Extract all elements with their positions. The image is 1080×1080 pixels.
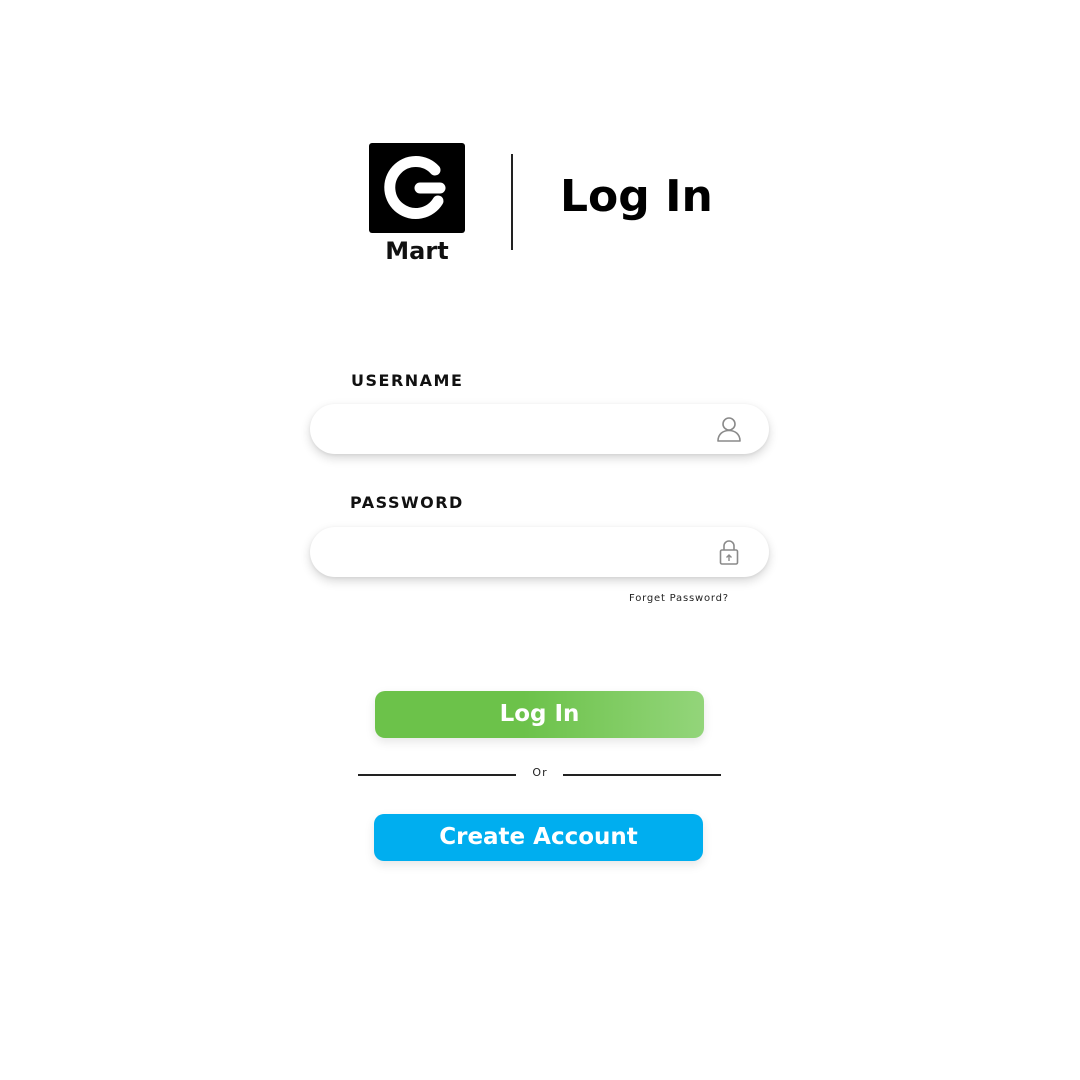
header-divider (511, 154, 513, 250)
username-label: USERNAME (351, 371, 464, 390)
page-title: Log In (560, 171, 713, 222)
separator-text: Or (532, 766, 548, 779)
forgot-password-link[interactable]: Forget Password? (629, 593, 729, 604)
username-field-container (310, 404, 769, 456)
create-account-button[interactable]: Create Account (374, 814, 703, 861)
separator-line-right (563, 774, 721, 776)
username-input[interactable] (334, 404, 708, 456)
user-icon (717, 417, 741, 442)
brand-logo (369, 143, 465, 233)
brand-name: Mart (385, 237, 449, 265)
login-button[interactable]: Log In (375, 691, 704, 738)
password-input[interactable] (334, 527, 708, 579)
separator-line-left (358, 774, 516, 776)
lock-icon (719, 540, 739, 565)
password-label: PASSWORD (350, 493, 464, 512)
password-field-container (310, 527, 769, 579)
g-mart-logo-icon (384, 156, 446, 219)
